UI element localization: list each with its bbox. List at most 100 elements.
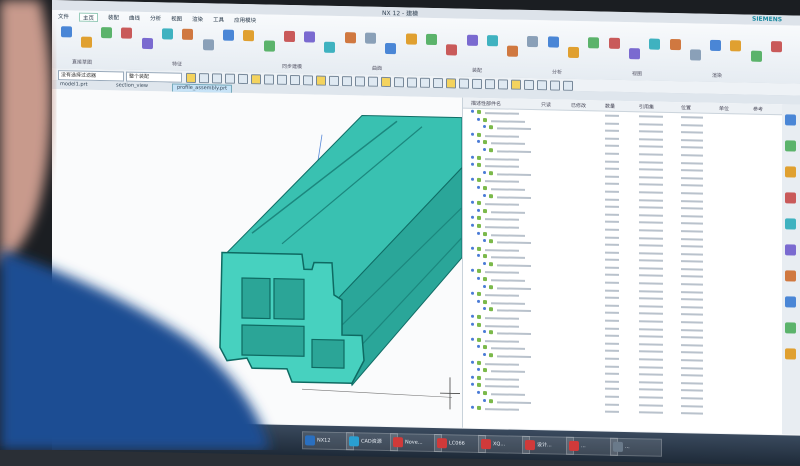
tab-render[interactable]: 渲染 (192, 15, 203, 24)
resource-tab-icon[interactable] (785, 322, 796, 333)
visibility-checkbox[interactable] (483, 140, 487, 144)
ribbon-command-button[interactable] (464, 35, 480, 48)
resource-tab-icon[interactable] (785, 166, 796, 177)
ribbon-command-button[interactable] (626, 48, 642, 61)
ribbon-command-button[interactable] (322, 42, 338, 55)
visibility-checkbox[interactable] (489, 285, 493, 289)
visibility-checkbox[interactable] (477, 376, 481, 380)
ribbon-command-button[interactable] (99, 27, 115, 40)
resource-tab-icon[interactable] (785, 140, 796, 151)
visibility-checkbox[interactable] (477, 110, 481, 114)
visibility-checkbox[interactable] (477, 163, 481, 167)
toolbar-icon[interactable] (381, 77, 391, 87)
visibility-checkbox[interactable] (477, 201, 481, 205)
visibility-checkbox[interactable] (489, 353, 493, 357)
toolbar-icon[interactable] (485, 79, 495, 89)
toolbar-icon[interactable] (303, 75, 313, 85)
toolbar-icon[interactable] (563, 81, 573, 91)
visibility-checkbox[interactable] (477, 224, 481, 228)
toolbar-icon[interactable] (316, 76, 326, 86)
visibility-checkbox[interactable] (489, 171, 493, 175)
toolbar-icon[interactable] (446, 78, 456, 88)
visibility-checkbox[interactable] (483, 186, 487, 190)
tab-assembly[interactable]: 装配 (108, 13, 119, 22)
visibility-checkbox[interactable] (489, 399, 493, 403)
toolbar-icon[interactable] (407, 77, 417, 87)
ribbon-command-button[interactable] (403, 33, 419, 46)
visibility-checkbox[interactable] (483, 118, 487, 122)
tab-analysis[interactable]: 分析 (150, 14, 161, 23)
visibility-checkbox[interactable] (489, 262, 493, 266)
ribbon-command-button[interactable] (505, 45, 521, 58)
visibility-checkbox[interactable] (477, 323, 481, 327)
column-header[interactable]: 已修改 (571, 102, 586, 109)
ribbon-command-button[interactable] (769, 41, 785, 54)
ribbon-command-button[interactable] (728, 40, 744, 53)
ribbon-command-button[interactable] (383, 43, 399, 56)
resource-tab-icon[interactable] (785, 348, 796, 359)
tab-application[interactable]: 应用模块 (234, 16, 256, 25)
ribbon-command-button[interactable] (241, 30, 257, 43)
ribbon-command-button[interactable] (647, 38, 663, 51)
visibility-checkbox[interactable] (483, 300, 487, 304)
ribbon-command-button[interactable] (525, 36, 541, 49)
ribbon-command-button[interactable] (119, 27, 135, 40)
toolbar-icon[interactable] (459, 79, 469, 89)
ribbon-command-button[interactable] (444, 44, 460, 57)
column-header[interactable]: 描述性部件名 (471, 100, 501, 108)
ribbon-command-button[interactable] (281, 31, 297, 44)
resource-tab-icon[interactable] (785, 114, 796, 125)
visibility-checkbox[interactable] (477, 269, 481, 273)
visibility-checkbox[interactable] (489, 194, 493, 198)
ribbon-command-button[interactable] (220, 30, 236, 43)
ribbon-command-button[interactable] (606, 38, 622, 51)
resource-tab-icon[interactable] (785, 296, 796, 307)
resource-tab-icon[interactable] (785, 218, 796, 229)
ribbon-command-button[interactable] (545, 36, 561, 49)
visibility-checkbox[interactable] (489, 308, 493, 312)
toolbar-icon[interactable] (537, 80, 547, 90)
ribbon-command-button[interactable] (667, 39, 683, 52)
column-header[interactable]: 单位 (719, 105, 729, 112)
view-tab[interactable]: section_view (112, 82, 152, 90)
ribbon-command-button[interactable] (342, 32, 358, 45)
ribbon-command-button[interactable] (302, 31, 318, 44)
ribbon-command-button[interactable] (78, 37, 94, 50)
visibility-checkbox[interactable] (483, 368, 487, 372)
visibility-checkbox[interactable] (489, 148, 493, 152)
toolbar-icon[interactable] (511, 80, 521, 90)
toolbar-icon[interactable] (433, 78, 443, 88)
ribbon-command-button[interactable] (200, 39, 216, 52)
ribbon-command-button[interactable] (261, 40, 277, 53)
taskbar-item[interactable]: ... (610, 438, 662, 457)
visibility-checkbox[interactable] (477, 360, 481, 364)
tab-file[interactable]: 文件 (58, 12, 69, 21)
ribbon-command-button[interactable] (139, 38, 155, 51)
visibility-checkbox[interactable] (477, 406, 481, 410)
visibility-checkbox[interactable] (483, 209, 487, 213)
ribbon-command-button[interactable] (484, 35, 500, 48)
visibility-checkbox[interactable] (477, 315, 481, 319)
toolbar-icon[interactable] (212, 73, 222, 83)
ribbon-command-button[interactable] (566, 47, 582, 60)
visibility-checkbox[interactable] (477, 338, 481, 342)
toolbar-icon[interactable] (277, 75, 287, 85)
visibility-checkbox[interactable] (483, 254, 487, 258)
toolbar-icon[interactable] (368, 77, 378, 87)
resource-tab-icon[interactable] (785, 270, 796, 281)
visibility-checkbox[interactable] (483, 391, 487, 395)
graphics-window[interactable] (52, 89, 462, 428)
toolbar-icon[interactable] (394, 77, 404, 87)
visibility-checkbox[interactable] (477, 216, 481, 220)
visibility-checkbox[interactable] (483, 232, 487, 236)
toolbar-icon[interactable] (329, 76, 339, 86)
visibility-checkbox[interactable] (489, 239, 493, 243)
ribbon-command-button[interactable] (586, 37, 602, 50)
ribbon-command-button[interactable] (423, 34, 439, 47)
toolbar-icon[interactable] (290, 75, 300, 85)
tab-view[interactable]: 视图 (171, 14, 182, 23)
resource-tab-icon[interactable] (785, 244, 796, 255)
toolbar-icon[interactable] (251, 74, 261, 84)
visibility-checkbox[interactable] (477, 178, 481, 182)
visibility-checkbox[interactable] (489, 330, 493, 334)
